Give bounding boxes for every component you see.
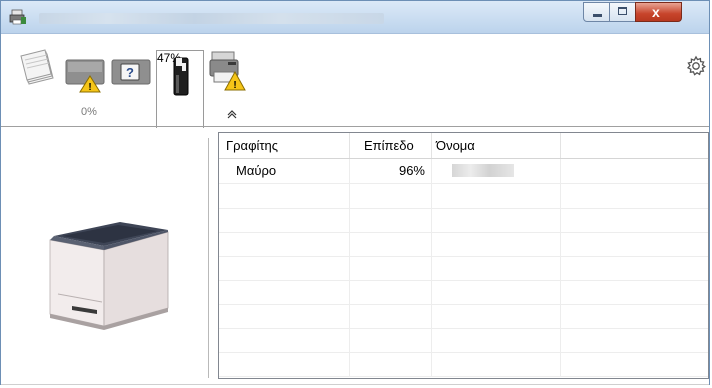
table-row[interactable]: Μαύρο 96% [219,159,708,184]
column-header-empty [561,133,708,158]
table-row-empty [219,232,708,257]
svg-text:?: ? [126,65,134,80]
toner-model-cell [432,159,561,183]
tab-printer-warning[interactable]: ! [208,48,248,98]
toner-level-cell: 96% [350,159,432,183]
black-toner-icon [173,57,189,96]
empty-cell [561,159,708,183]
toner-warning-percent: 0% [81,106,97,118]
tab-toner-black[interactable]: 47% [156,50,204,128]
column-header-name[interactable]: Όνομα [432,133,561,158]
maximize-button[interactable] [609,2,636,22]
toner-warning-icon: ! ? [65,59,151,93]
table-row-empty [219,328,708,353]
minimize-button[interactable] [583,2,610,22]
printer-warning-icon: ! [209,51,246,91]
tab-paper[interactable] [17,48,57,98]
window-bottom-edge [1,384,709,385]
close-button[interactable]: x [635,2,682,22]
toner-status-window: x ! ? 0% 47% ! Γραφίτης Επίπεδο Όνομα Μα… [0,0,710,385]
column-header-level[interactable]: Επίπεδο [350,133,432,158]
toner-table[interactable]: Γραφίτης Επίπεδο Όνομα Μαύρο 96% [218,132,709,379]
toolbar-divider [1,126,709,127]
printer-app-icon [9,9,26,25]
svg-text:!: ! [233,80,236,91]
table-row-empty [219,304,708,329]
paper-stack-icon [20,49,54,85]
table-row-empty [219,208,708,233]
panel-divider [208,138,209,378]
table-row-empty [219,256,708,281]
table-row-empty [219,352,708,377]
table-row-empty [219,280,708,305]
svg-text:!: ! [88,82,91,93]
minimize-icon [593,14,602,17]
settings-gear-icon[interactable] [685,55,707,77]
redacted-name [452,164,514,177]
title-bar[interactable]: x [1,1,709,34]
close-icon: x [652,4,660,20]
collapse-toolbar-icon[interactable] [226,109,238,119]
maximize-icon [618,7,627,15]
window-title-redacted [39,13,384,24]
printer-image-panel [2,128,207,385]
table-header: Γραφίτης Επίπεδο Όνομα [219,133,708,159]
printer-illustration [49,222,169,330]
table-row-empty [219,184,708,209]
column-header-toner[interactable]: Γραφίτης [219,133,350,158]
toner-name-cell: Μαύρο [219,159,350,183]
tab-toner-warning[interactable]: ! ? 0% [64,48,154,123]
